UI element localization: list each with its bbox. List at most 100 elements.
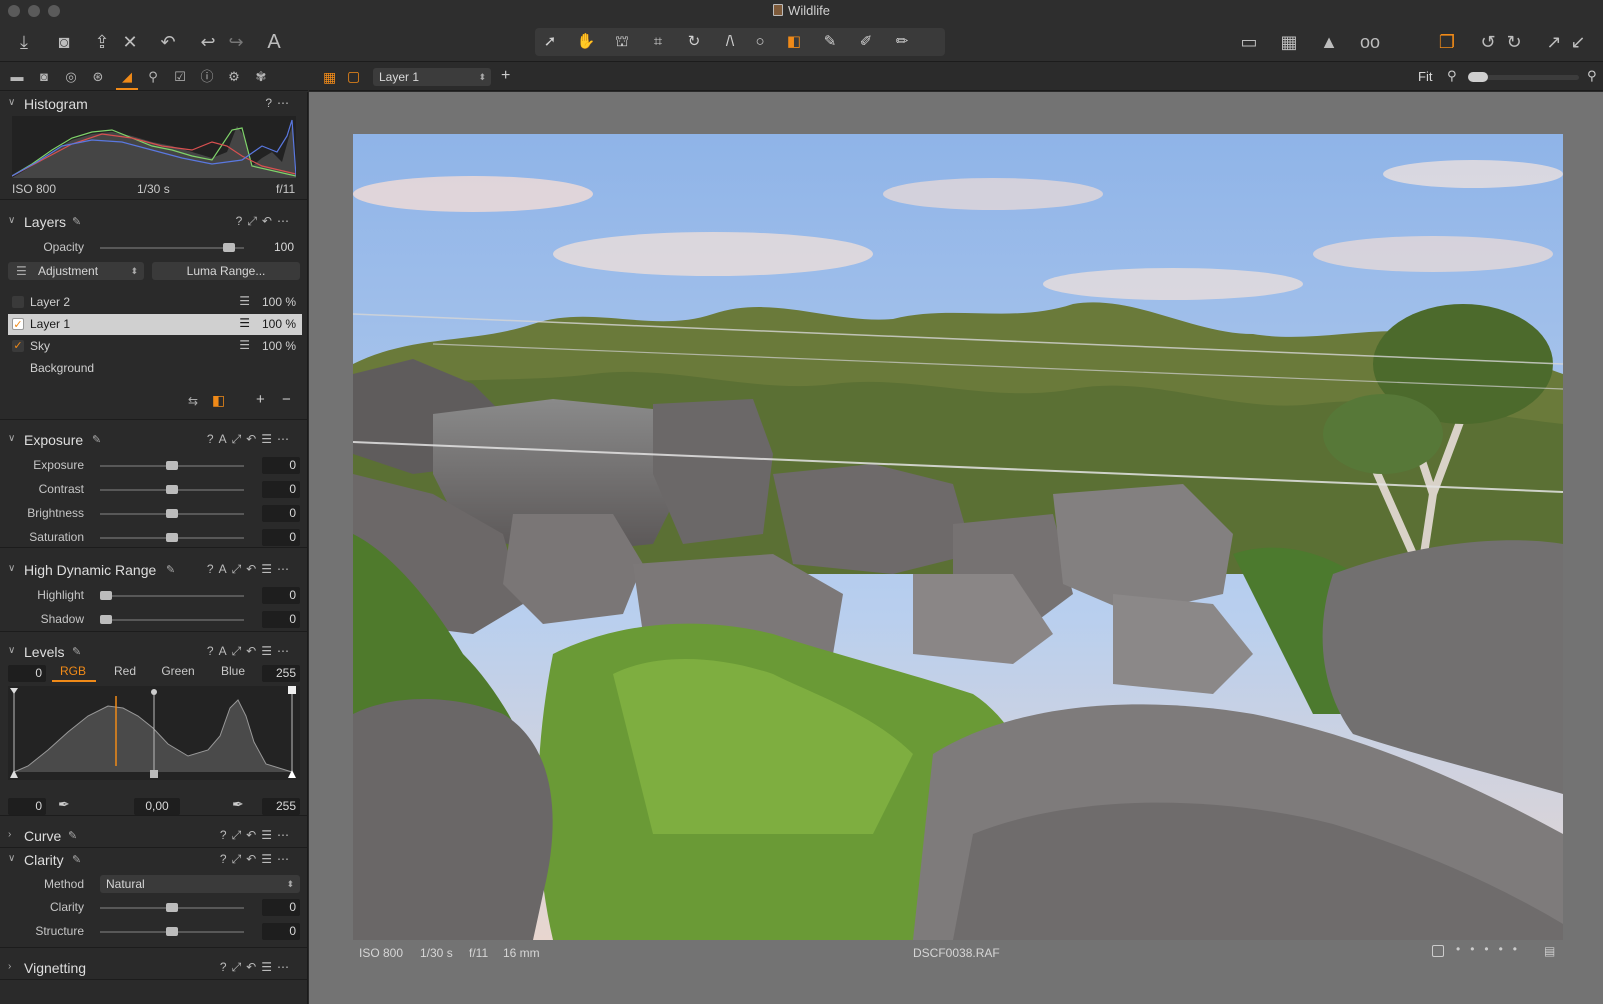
add-layer-button[interactable]: + — [256, 391, 265, 408]
eraser-icon[interactable]: ✐ — [851, 30, 881, 54]
layer-row[interactable]: Layer 2 ☰ 100 % — [8, 292, 302, 313]
levels-high-input[interactable]: 255 — [262, 665, 300, 682]
slider-knob[interactable] — [166, 903, 178, 912]
keystone-icon[interactable]: /\ — [715, 30, 745, 54]
color-tag-icon[interactable]: ▤ — [1544, 944, 1555, 958]
clarity-header-icons[interactable]: ?⤢↶☰⋯ — [220, 852, 294, 867]
rating-box-icon[interactable] — [1432, 945, 1444, 957]
lens-tab-icon[interactable]: ◎ — [60, 67, 82, 87]
chevron-down-icon[interactable]: ∨ — [8, 645, 15, 656]
levels-tab-rgb[interactable]: RGB — [58, 664, 88, 678]
layer-select[interactable]: Layer 1 ⬍ — [373, 68, 491, 86]
star-rating[interactable]: ••••• — [1456, 942, 1527, 956]
histogram-header-icons[interactable]: ?⋯ — [265, 96, 294, 110]
slider-knob[interactable] — [100, 591, 112, 600]
slider-value[interactable]: 0 — [262, 481, 300, 498]
stamp-icon[interactable]: ⛫ — [607, 30, 637, 54]
photo-preview[interactable] — [353, 134, 1563, 940]
chevron-right-icon[interactable]: › — [8, 829, 11, 840]
layer-fill-icon[interactable]: ◧ — [212, 392, 225, 409]
layers-header-icons[interactable]: ?⤢↶⋯ — [236, 214, 294, 229]
rotate-right-icon[interactable]: ↻ — [1502, 30, 1526, 54]
grid-icon[interactable]: ▦ — [1276, 30, 1302, 54]
levels-high-output[interactable]: 255 — [262, 798, 300, 815]
slider-value[interactable]: 0 — [262, 529, 300, 546]
layer-checkbox[interactable]: ✓ — [12, 318, 24, 331]
opacity-value[interactable]: 100 — [260, 239, 298, 256]
adjustment-select[interactable]: ☰ Adjustment ⬍ — [8, 262, 144, 280]
rotate-left-icon[interactable]: ↺ — [1476, 30, 1500, 54]
clarity-header[interactable]: ∨ Clarity ✎ ?⤢↶☰⋯ — [0, 848, 307, 872]
zoom-slider-knob[interactable] — [1468, 72, 1488, 82]
output-tab-icon[interactable]: ⚙ — [223, 67, 245, 87]
expand-icon[interactable]: ↗ — [1542, 30, 1566, 54]
vignetting-header-icons[interactable]: ?⤢↶☰⋯ — [220, 960, 294, 975]
capture-tab-icon[interactable]: ◙ — [33, 67, 55, 87]
exposure-tab-icon[interactable]: ◢ — [116, 67, 138, 87]
chevron-down-icon[interactable]: ∨ — [8, 97, 15, 108]
chevron-down-icon[interactable]: ∨ — [8, 563, 15, 574]
slider-knob[interactable] — [100, 615, 112, 624]
levels-midpoint[interactable]: 0,00 — [134, 798, 180, 815]
chevron-down-icon[interactable]: ∨ — [8, 433, 15, 444]
levels-low-output[interactable]: 0 — [8, 798, 46, 815]
layer-checkbox[interactable]: ✓ — [12, 340, 24, 352]
layer-row[interactable]: ✓ Sky ☰ 100 % — [8, 336, 302, 357]
undo-all-icon[interactable]: ↶ — [156, 30, 180, 54]
draw-mask-icon[interactable]: ✏ — [887, 30, 917, 54]
levels-low-input[interactable]: 0 — [8, 665, 46, 682]
metadata-tab-icon[interactable]: ⓘ — [196, 67, 218, 87]
layer-checkbox[interactable] — [12, 296, 24, 308]
details-tab-icon[interactable]: ⚲ — [142, 67, 164, 87]
delete-icon[interactable]: ✕ — [118, 30, 142, 54]
collapse-icon[interactable]: ↙ — [1566, 30, 1590, 54]
hdr-header-icons[interactable]: ?A⤢↶☰⋯ — [207, 562, 294, 577]
layer-row[interactable]: ✓ Layer 1 ☰ 100 % — [8, 314, 302, 335]
undo-icon[interactable]: ↩ — [196, 30, 220, 54]
slider-value[interactable]: 0 — [262, 923, 300, 940]
exposure-header-icons[interactable]: ?A⤢↶☰⋯ — [207, 432, 294, 447]
white-picker-icon[interactable]: ✒ — [232, 796, 244, 813]
gradient-icon[interactable]: ◧ — [779, 30, 809, 54]
layer-options-icon[interactable]: ⇆ — [188, 394, 198, 408]
levels-tab-green[interactable]: Green — [158, 664, 198, 678]
curve-header[interactable]: › Curve ✎ ?⤢↶☰⋯ — [0, 824, 307, 848]
slider-knob[interactable] — [166, 509, 178, 518]
slider-knob[interactable] — [166, 927, 178, 936]
proof-icon[interactable]: oo — [1352, 30, 1388, 54]
levels-tab-blue[interactable]: Blue — [218, 664, 248, 678]
export-icon[interactable]: ⇪ — [90, 30, 114, 54]
opacity-slider-knob[interactable] — [222, 243, 235, 252]
levels-header-icons[interactable]: ?A⤢↶☰⋯ — [207, 644, 294, 659]
variants-icon[interactable]: ❐ — [1434, 30, 1460, 54]
pan-icon[interactable]: ✋ — [571, 30, 601, 54]
remove-layer-button[interactable]: − — [282, 391, 291, 408]
library-tab-icon[interactable]: ▬ — [6, 67, 28, 87]
color-tab-icon[interactable]: ⊛ — [87, 67, 109, 87]
luma-range-button[interactable]: Luma Range... — [152, 262, 300, 280]
adjustments-tab-icon[interactable]: ☑ — [169, 67, 191, 87]
zoom-out-icon[interactable]: ⚲ — [1447, 68, 1457, 84]
chevron-right-icon[interactable]: › — [8, 961, 11, 972]
camera-icon[interactable]: ◙ — [52, 30, 76, 54]
vignetting-header[interactable]: › Vignetting ?⤢↶☰⋯ — [0, 956, 307, 980]
slider-knob[interactable] — [166, 461, 178, 470]
crop-icon[interactable]: ⌗ — [643, 30, 673, 54]
batch-tab-icon[interactable]: ✾ — [250, 67, 272, 87]
layers-header[interactable]: ∨ Layers ✎ ?⤢↶⋯ — [0, 210, 307, 234]
circle-icon[interactable]: ○ — [745, 30, 775, 54]
levels-header[interactable]: ∨ Levels ✎ ?A⤢↶☰⋯ — [0, 640, 307, 664]
brush-icon[interactable]: ✎ — [815, 30, 845, 54]
layer-row[interactable]: Background — [8, 358, 302, 379]
levels-tab-red[interactable]: Red — [110, 664, 140, 678]
chevron-down-icon[interactable]: ∨ — [8, 853, 15, 864]
slider-value[interactable]: 0 — [262, 457, 300, 474]
black-picker-icon[interactable]: ✒ — [58, 796, 70, 813]
slider-knob[interactable] — [166, 533, 178, 542]
exposure-header[interactable]: ∨ Exposure ✎ ?A⤢↶☰⋯ — [0, 428, 307, 452]
warning-icon[interactable]: ▲ — [1316, 30, 1342, 54]
cursor-icon[interactable]: ➚ — [535, 30, 565, 54]
histogram-header[interactable]: ∨ Histogram ?⋯ — [0, 92, 307, 116]
slider-track[interactable] — [100, 595, 244, 597]
add-layer-icon[interactable]: + — [501, 67, 510, 85]
